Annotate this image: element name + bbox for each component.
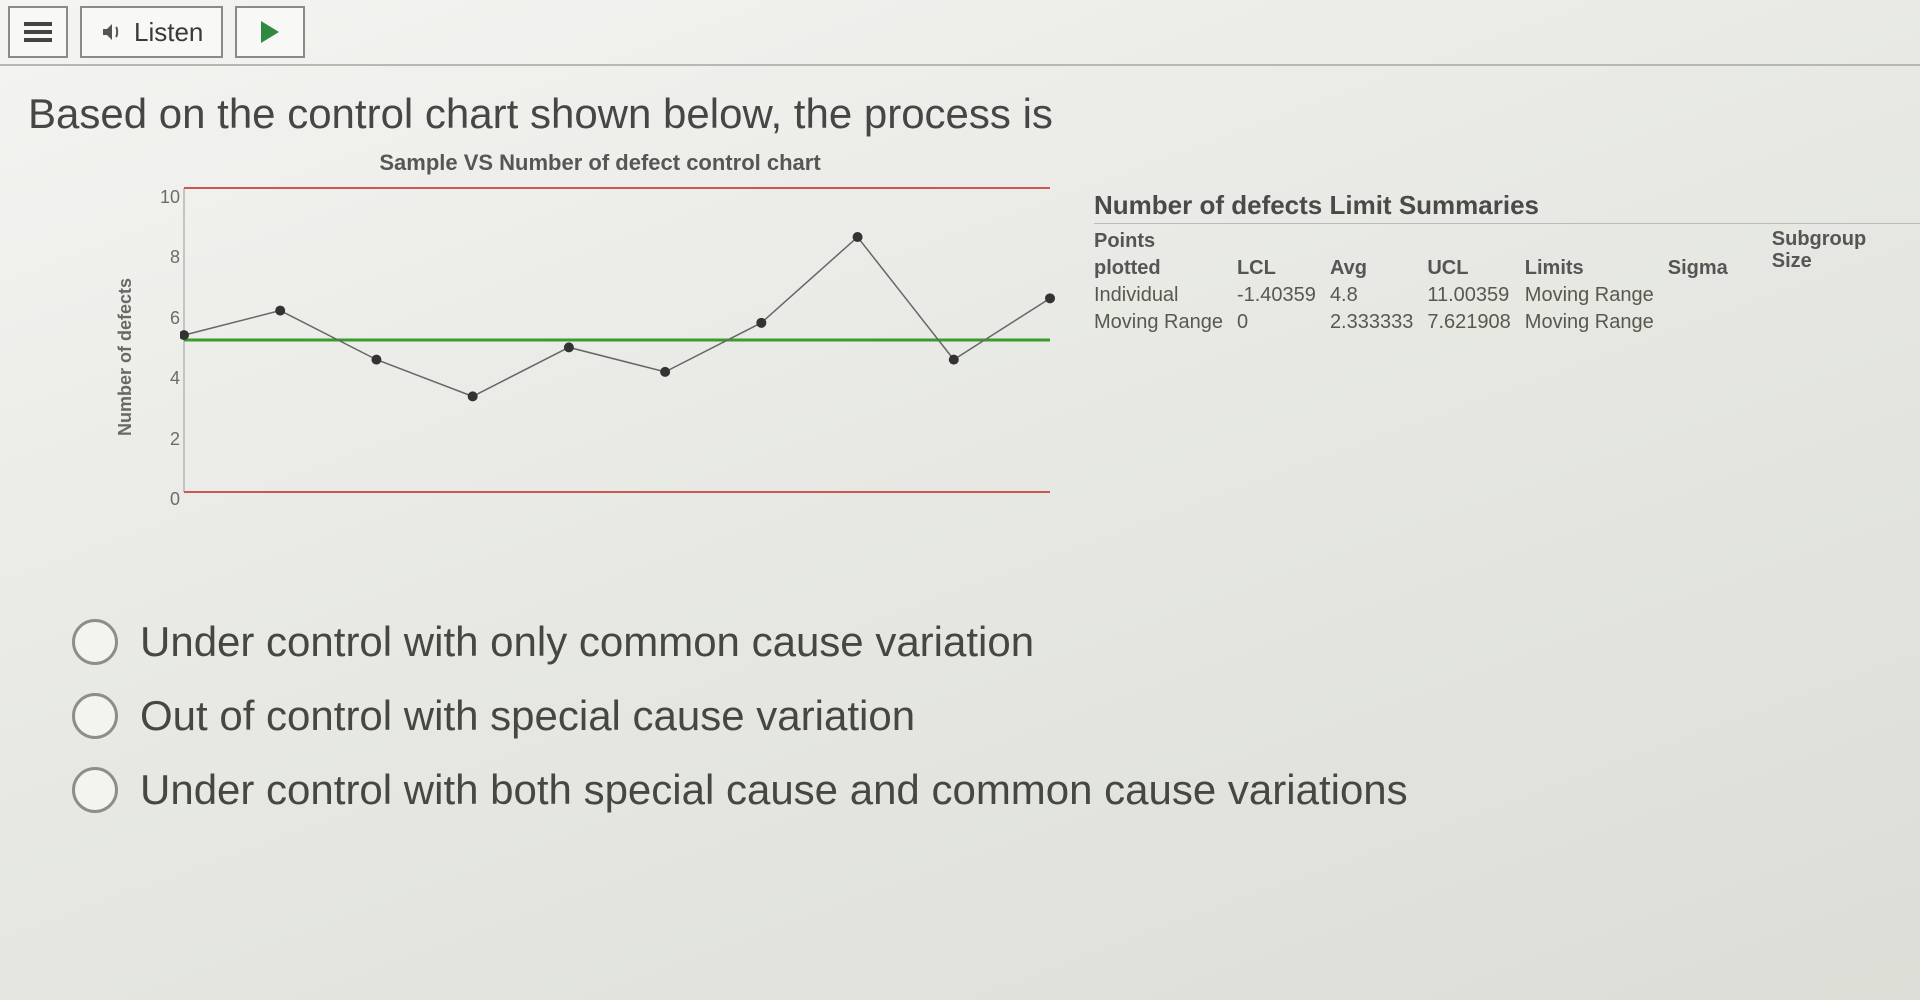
listen-button[interactable]: Listen [80, 6, 223, 58]
hamburger-icon [24, 22, 52, 42]
option-b-text: Out of control with special cause variat… [140, 692, 915, 740]
speaker-icon [100, 20, 124, 44]
radio-option-a[interactable] [72, 619, 118, 665]
table-row: Individual -1.40359 4.8 11.00359 Moving … [1094, 282, 1742, 309]
chart-title: Sample VS Number of defect control chart [110, 150, 1090, 176]
limits-summary: Number of defects Limit Summaries Points… [1090, 150, 1920, 336]
question-text: Based on the control chart shown below, … [0, 66, 1920, 150]
chart-plot-area [180, 182, 1060, 532]
control-chart: Sample VS Number of defect control chart… [110, 150, 1090, 532]
option-c-text: Under control with both special cause an… [140, 766, 1408, 814]
summary-heading: Number of defects Limit Summaries [1094, 190, 1920, 224]
chart-ylabel: Number of defects [115, 278, 136, 436]
listen-label: Listen [134, 17, 203, 48]
subgroup-header: Subgroup Size [1772, 228, 1866, 272]
table-row: Moving Range 0 2.333333 7.621908 Moving … [1094, 309, 1742, 336]
radio-option-b[interactable] [72, 693, 118, 739]
menu-button[interactable] [8, 6, 68, 58]
play-icon [261, 21, 279, 43]
play-button[interactable] [235, 6, 305, 58]
chart-yticks: 10 8 6 4 2 0 [140, 182, 180, 514]
option-a-text: Under control with only common cause var… [140, 618, 1034, 666]
limits-table: Points plotted LCL Avg UCL Limits Sigma … [1094, 228, 1742, 336]
radio-option-c[interactable] [72, 767, 118, 813]
toolbar: Listen [0, 0, 1920, 66]
answer-options: Under control with only common cause var… [0, 532, 1920, 814]
